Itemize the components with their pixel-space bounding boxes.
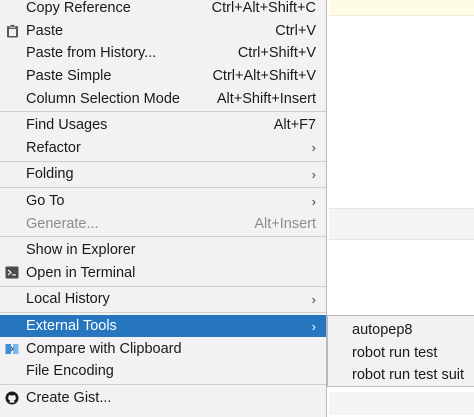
chevron-right-icon: › <box>311 318 316 334</box>
menu-item-external-tools[interactable]: External Tools › <box>0 314 326 338</box>
menu-separator <box>0 111 326 113</box>
chevron-right-icon: › <box>311 166 316 182</box>
menu-separator <box>0 187 326 189</box>
submenu-item-autopep8[interactable]: autopep8 <box>328 319 474 342</box>
submenu-item-robot-run-test-suit[interactable]: robot run test suit <box>328 364 474 387</box>
menu-item-label: Paste <box>26 22 64 39</box>
menu-separator <box>0 236 326 238</box>
menu-item-label: Go To <box>26 193 65 210</box>
submenu-item-label: robot run test <box>352 344 438 361</box>
menu-item-local-history[interactable]: Local History › <box>0 288 326 311</box>
menu-item-folding[interactable]: Folding › <box>0 163 326 186</box>
editor-gutter-band <box>329 208 474 240</box>
editor-gutter-band-bottom <box>329 392 474 415</box>
menu-item-label: Generate... <box>26 215 99 232</box>
menu-item-label: Create Gist... <box>26 389 112 406</box>
menu-item-shortcut: Alt+F7 <box>273 117 316 134</box>
menu-item-label: Paste from History... <box>26 45 157 62</box>
submenu-item-robot-run-test[interactable]: robot run test <box>328 342 474 365</box>
github-icon <box>5 391 19 405</box>
menu-item-go-to[interactable]: Go To › <box>0 190 326 213</box>
menu-item-label: File Encoding <box>26 363 114 380</box>
menu-item-refactor[interactable]: Refactor › <box>0 137 326 160</box>
chevron-right-icon: › <box>311 140 316 156</box>
menu-item-label: Copy Reference <box>26 0 131 17</box>
menu-separator <box>0 312 326 314</box>
menu-item-label: Show in Explorer <box>26 242 136 259</box>
menu-item-shortcut: Ctrl+Shift+V <box>237 45 316 62</box>
external-tools-submenu: autopep8 robot run test robot run test s… <box>327 315 474 387</box>
menu-item-label: Local History <box>26 291 110 308</box>
menu-item-label: Refactor <box>26 139 81 156</box>
menu-item-shortcut: Ctrl+V <box>275 22 316 39</box>
menu-separator <box>0 160 326 162</box>
chevron-right-icon: › <box>311 291 316 307</box>
menu-item-label: Column Selection Mode <box>26 90 180 107</box>
menu-item-label: Open in Terminal <box>26 264 136 281</box>
menu-item-shortcut: Ctrl+Alt+Shift+C <box>211 0 316 17</box>
menu-item-show-in-explorer[interactable]: Show in Explorer <box>0 239 326 262</box>
menu-item-create-gist[interactable]: Create Gist... <box>0 387 326 410</box>
editor-highlight-line <box>329 0 474 16</box>
terminal-icon <box>5 266 19 280</box>
chevron-right-icon: › <box>311 193 316 209</box>
menu-item-generate: Generate... Alt+Insert <box>0 212 326 235</box>
compare-icon <box>5 342 19 356</box>
context-menu: Copy Reference Ctrl+Alt+Shift+C Paste Ct… <box>0 0 327 417</box>
menu-separator <box>0 384 326 385</box>
menu-item-shortcut: Alt+Shift+Insert <box>216 90 316 107</box>
menu-item-copy-reference[interactable]: Copy Reference Ctrl+Alt+Shift+C <box>0 0 326 20</box>
menu-item-paste-simple[interactable]: Paste Simple Ctrl+Alt+Shift+V <box>0 65 326 88</box>
menu-item-paste-from-history[interactable]: Paste from History... Ctrl+Shift+V <box>0 42 326 65</box>
clipboard-icon <box>5 23 19 38</box>
menu-item-compare-with-clipboard[interactable]: Compare with Clipboard <box>0 337 326 360</box>
menu-item-label: Compare with Clipboard <box>26 340 182 357</box>
submenu-item-label: robot run test suit <box>352 367 465 384</box>
menu-item-file-encoding[interactable]: File Encoding <box>0 360 326 383</box>
menu-item-shortcut: Ctrl+Alt+Shift+V <box>212 68 316 85</box>
menu-item-label: Find Usages <box>26 117 108 134</box>
menu-item-label: Paste Simple <box>26 68 112 85</box>
menu-item-paste[interactable]: Paste Ctrl+V <box>0 20 326 43</box>
menu-item-open-in-terminal[interactable]: Open in Terminal <box>0 262 326 285</box>
menu-separator <box>0 285 326 287</box>
menu-item-find-usages[interactable]: Find Usages Alt+F7 <box>0 114 326 137</box>
menu-item-label: Folding <box>26 166 74 183</box>
submenu-item-label: autopep8 <box>352 322 413 339</box>
menu-item-shortcut: Alt+Insert <box>254 215 316 232</box>
menu-item-column-selection-mode[interactable]: Column Selection Mode Alt+Shift+Insert <box>0 87 326 110</box>
menu-item-label: External Tools <box>26 318 117 335</box>
